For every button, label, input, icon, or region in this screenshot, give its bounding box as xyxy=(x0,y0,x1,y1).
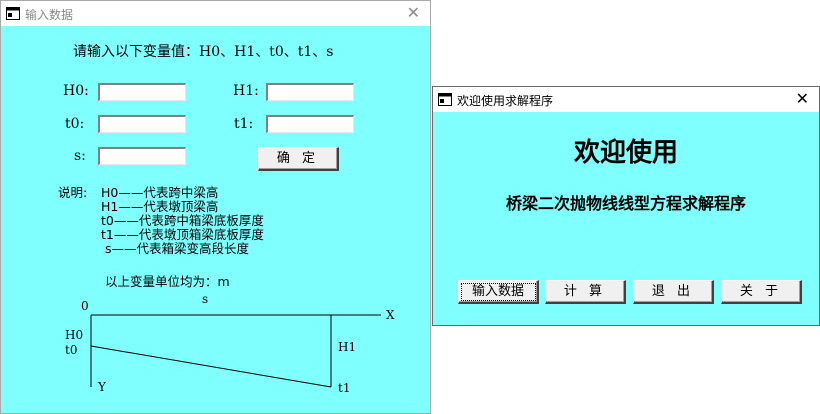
input-window-title: 输入数据 xyxy=(25,8,74,22)
explanation-prefix: 说明: xyxy=(58,185,88,200)
s-dim-label: s xyxy=(202,292,208,306)
welcome-window-titlebar[interactable]: 欢迎使用求解程序 ✕ xyxy=(433,87,819,112)
s-input[interactable] xyxy=(98,147,186,165)
program-subtitle: 桥梁二次抛物线线型方程求解程序 xyxy=(505,194,746,213)
welcome-window-client: 欢迎使用 桥梁二次抛物线线型方程求解程序 输入数据 计 算 退 出 关 于 xyxy=(433,112,819,325)
input-window-client: 请输入以下变量值：H0、H1、t0、t1、s H0: H1: t0: t1: s… xyxy=(1,26,430,413)
explanation-line-h1: H1——代表墩顶梁高 xyxy=(101,199,219,214)
h0-input[interactable] xyxy=(98,83,186,101)
origin-label: 0 xyxy=(81,299,89,313)
bottom-slab-line xyxy=(90,345,332,388)
close-icon[interactable]: ✕ xyxy=(407,3,420,23)
explanation-list: H0——代表跨中梁高 H1——代表墩顶梁高 t0——代表跨中箱梁底板厚度 t1—… xyxy=(101,186,264,256)
explanation-line-t0: t0——代表跨中箱梁底板厚度 xyxy=(101,213,264,228)
t1-input[interactable] xyxy=(266,115,354,133)
compute-button[interactable]: 计 算 xyxy=(545,280,626,304)
app-window-icon xyxy=(438,93,452,106)
explanation-line-s: s——代表箱梁变高段长度 xyxy=(101,241,249,256)
h1-diagram-label: H1 xyxy=(338,340,356,354)
confirm-button[interactable]: 确 定 xyxy=(258,147,339,171)
input-data-button[interactable]: 输入数据 xyxy=(458,280,539,304)
y-axis-label: Y xyxy=(97,380,107,394)
s-label: s: xyxy=(74,148,86,164)
t0-label: t0: xyxy=(65,116,85,132)
h0-diagram-label: H0 xyxy=(65,328,83,342)
t1-label: t1: xyxy=(234,116,254,132)
about-button[interactable]: 关 于 xyxy=(721,280,802,304)
input-data-window: 输入数据 ✕ 请输入以下变量值：H0、H1、t0、t1、s H0: H1: t0… xyxy=(0,0,431,414)
welcome-heading: 欢迎使用 xyxy=(573,138,678,168)
h1-label: H1: xyxy=(233,83,259,99)
h1-input[interactable] xyxy=(266,83,354,101)
explanation-line-t1: t1——代表墩顶箱梁底板厚度 xyxy=(101,227,264,242)
unit-note: 以上变量单位均为：m xyxy=(105,274,230,289)
input-window-titlebar[interactable]: 输入数据 ✕ xyxy=(1,1,430,26)
t1-diagram-label: t1 xyxy=(338,381,350,395)
h0-label: H0: xyxy=(63,83,89,99)
t0-diagram-label: t0 xyxy=(65,343,77,357)
exit-button[interactable]: 退 出 xyxy=(633,280,714,304)
close-icon[interactable]: ✕ xyxy=(796,89,809,109)
input-prompt: 请输入以下变量值：H0、H1、t0、t1、s xyxy=(73,44,334,60)
t0-input[interactable] xyxy=(98,115,186,133)
beam-diagram: 0 s X Y H0 t0 H1 t1 xyxy=(65,292,395,395)
welcome-window-title: 欢迎使用求解程序 xyxy=(457,94,554,108)
welcome-window: 欢迎使用求解程序 ✕ 欢迎使用 桥梁二次抛物线线型方程求解程序 输入数据 计 算… xyxy=(432,86,820,326)
explanation-line-h0: H0——代表跨中梁高 xyxy=(101,185,219,200)
x-axis-label: X xyxy=(386,308,395,322)
app-window-icon xyxy=(6,7,20,20)
